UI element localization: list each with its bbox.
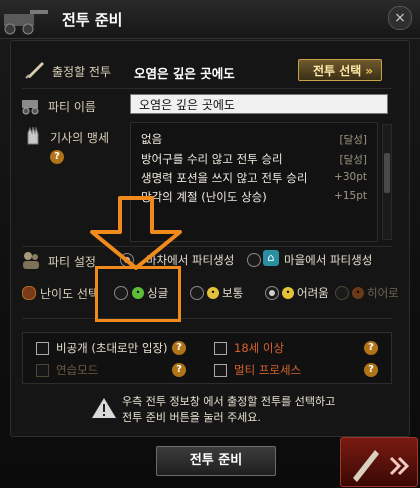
wagon-icon (22, 100, 39, 115)
notice-line-1: 우측 전투 정보창 에서 출정할 전투를 선택하고 (122, 395, 336, 408)
option-age18-label: 18세 이상 (234, 341, 285, 355)
party-icon (23, 252, 39, 269)
radio-village[interactable] (247, 253, 261, 267)
private-help-icon[interactable]: ? (172, 341, 186, 355)
practice-help-icon[interactable]: ? (172, 363, 186, 377)
double-chevron-icon: » (365, 64, 373, 78)
battle-ready-button[interactable]: 전투 준비 (156, 446, 276, 476)
destination-label: 출정할 전투 (52, 65, 112, 79)
option-multi-label: 멀티 프로세스 (234, 363, 302, 377)
party-name-input[interactable]: 오염은 깊은 곳에도 (130, 94, 388, 114)
scroll-thumb[interactable] (384, 153, 390, 193)
window-title: 전투 준비 (62, 11, 123, 29)
option-private-label: 비공개 (초대로만 입장) (56, 341, 168, 355)
destination-value: 오염은 깊은 곳에도 (134, 66, 235, 81)
age18-help-icon[interactable]: ? (364, 341, 378, 355)
checkbox-multi[interactable] (214, 364, 227, 377)
checkbox-practice[interactable] (36, 364, 49, 377)
difficulty-label: 난이도 선택 (40, 287, 100, 301)
smiley-icon: • (207, 287, 219, 299)
party-option-village-label: 마을에서 파티생성 (284, 253, 373, 267)
notice-line-2: 전투 준비 버튼을 눌러 주세요. (122, 411, 261, 424)
oath-scrollbar[interactable] (382, 124, 392, 240)
close-button[interactable]: × (388, 6, 412, 30)
battle-prep-window: 전투 준비 × 출정할 전투 오염은 깊은 곳에도 전투 선택 » 파티 이름 … (0, 0, 420, 488)
checkbox-age18[interactable] (214, 342, 227, 355)
smiley-icon: • (352, 287, 364, 299)
warning-icon (92, 398, 116, 418)
divider (22, 246, 392, 247)
radio-hero[interactable] (335, 286, 349, 300)
smiley-icon: • (282, 287, 294, 299)
oath-label: 기사의 맹세 (50, 131, 110, 145)
divider (22, 318, 392, 319)
checkbox-private[interactable] (36, 342, 49, 355)
multi-help-icon[interactable]: ? (364, 363, 378, 377)
cannon-icon (4, 10, 48, 35)
highlight-box (95, 266, 181, 322)
option-practice-label: 연습모드 (56, 363, 99, 377)
battle-select-button[interactable]: 전투 선택 » (298, 59, 382, 81)
oath-item-name: 생명력 포션을 쓰지 않고 전투 승리 (141, 171, 308, 185)
oath-item-value: [달성] (339, 134, 367, 146)
oath-item-value: [달성] (339, 154, 367, 166)
oath-item-name: 방어구를 수리 않고 전투 승리 (141, 152, 283, 166)
radio-hard[interactable] (265, 286, 279, 300)
village-icon: ⌂ (263, 250, 279, 266)
oath-item-value: +15pt (334, 190, 367, 202)
notice-text: 우측 전투 정보창 에서 출정할 전투를 선택하고 전투 준비 버튼을 눌러 주… (122, 394, 335, 426)
divider (22, 88, 392, 89)
difficulty-hard-label: 어려움 (297, 286, 329, 300)
quill-icon (25, 62, 44, 79)
battle-start-corner-button[interactable] (340, 437, 418, 487)
oath-help-icon[interactable]: ? (50, 150, 64, 164)
down-arrow-overlay-icon (90, 196, 182, 270)
gauntlet-icon (27, 126, 39, 145)
oath-item-name: 없음 (141, 132, 163, 146)
difficulty-icon (22, 286, 36, 300)
oath-item-value: +30pt (334, 171, 367, 183)
difficulty-normal-label: 보통 (222, 286, 244, 300)
sword-icon (353, 450, 410, 482)
radio-normal[interactable] (190, 286, 204, 300)
difficulty-hero-label: 히어로 (367, 286, 399, 300)
party-name-label: 파티 이름 (48, 100, 96, 114)
title-bar[interactable]: 전투 준비 × (0, 0, 420, 39)
battle-select-label: 전투 선택 (313, 64, 362, 78)
